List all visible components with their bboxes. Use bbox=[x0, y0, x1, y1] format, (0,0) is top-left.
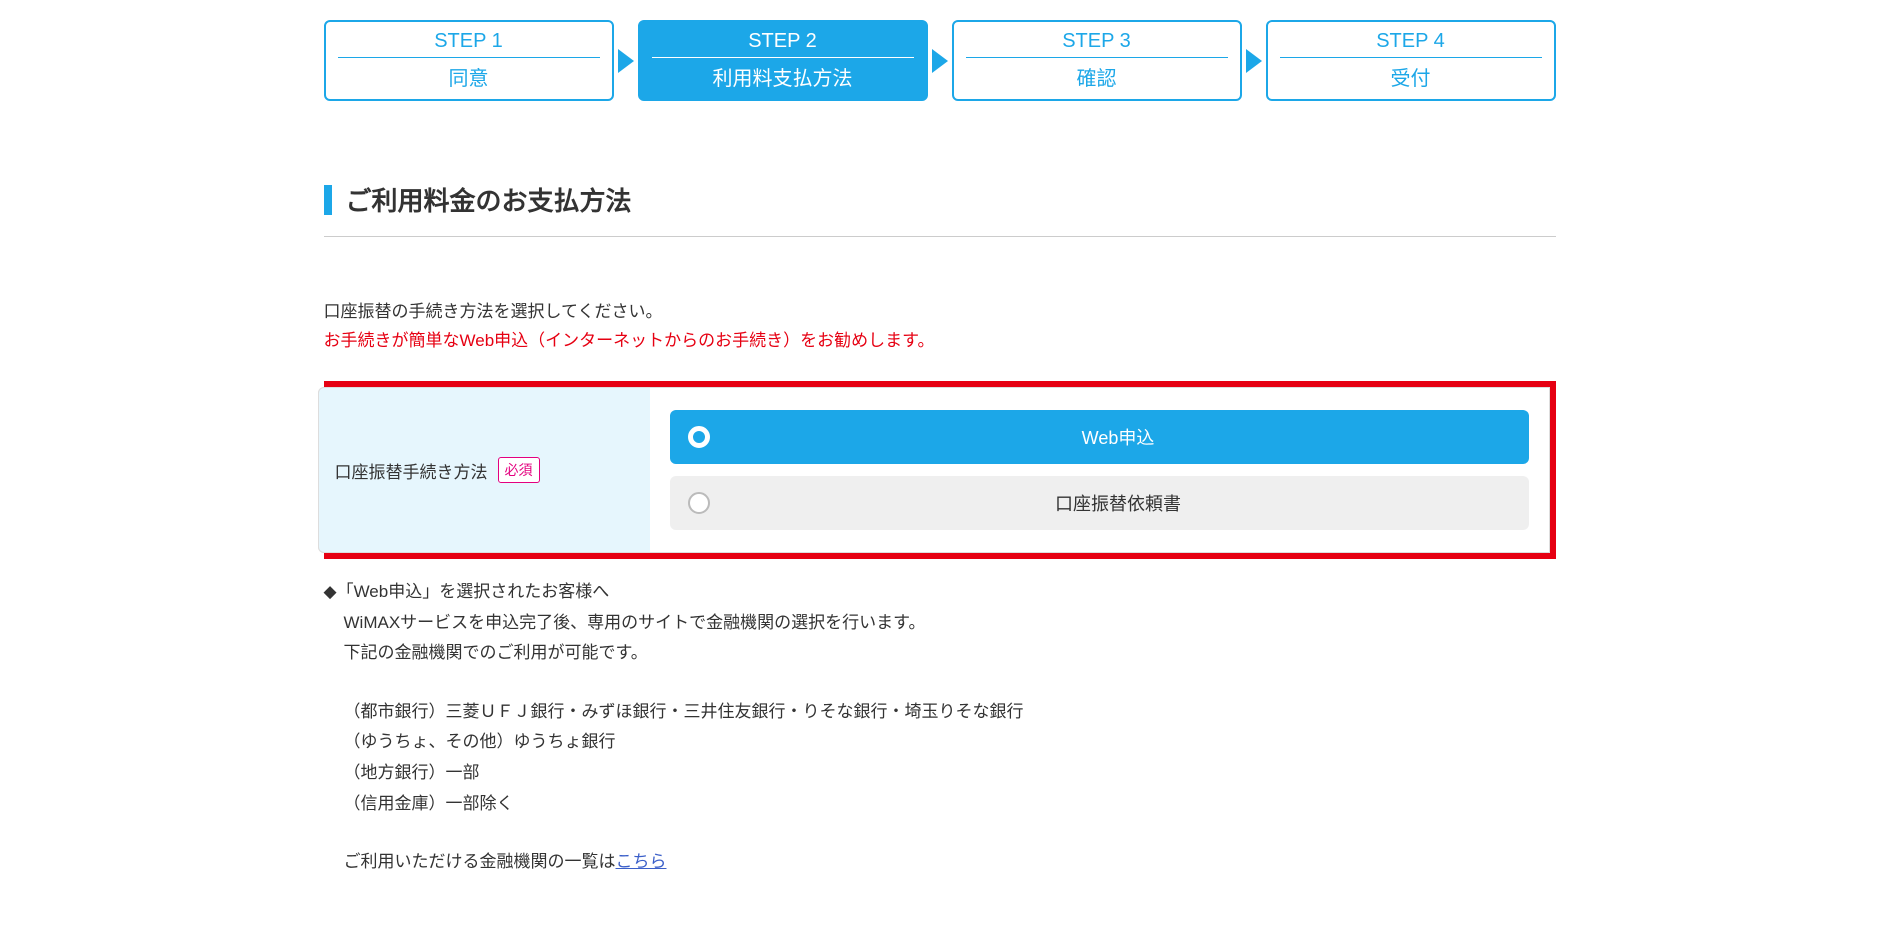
form-highlight-box: 口座振替手続き方法 必須 Web申込 口座振替依頼書 bbox=[324, 381, 1556, 559]
step-4-label: STEP 4 bbox=[1280, 30, 1542, 58]
radio-option-web[interactable]: Web申込 bbox=[670, 410, 1529, 464]
notes-link-line: ご利用いただける金融機関の一覧はこちら bbox=[324, 847, 1556, 878]
notes-heading: ◆「Web申込」を選択されたお客様へ bbox=[324, 577, 1556, 608]
step-3-sub: 確認 bbox=[954, 58, 1240, 91]
step-1-sub: 同意 bbox=[326, 58, 612, 91]
step-arrow-icon bbox=[932, 49, 948, 73]
step-4: STEP 4 受付 bbox=[1266, 20, 1556, 101]
instruction-text: 口座振替の手続き方法を選択してください。 bbox=[324, 297, 1556, 322]
notes-section: ◆「Web申込」を選択されたお客様へ WiMAXサービスを申込完了後、専用のサイ… bbox=[324, 577, 1556, 878]
step-arrow-icon bbox=[618, 49, 634, 73]
notes-bank2: （ゆうちょ、その他）ゆうちょ銀行 bbox=[324, 727, 1556, 758]
step-indicator: STEP 1 同意 STEP 2 利用料支払方法 STEP 3 確認 STEP … bbox=[324, 20, 1556, 101]
notes-line2: 下記の金融機関でのご利用が可能です。 bbox=[324, 638, 1556, 669]
form-row: 口座振替手続き方法 必須 Web申込 口座振替依頼書 bbox=[318, 387, 1550, 553]
notes-link-prefix: ご利用いただける金融機関の一覧は bbox=[344, 852, 616, 871]
recommend-text: お手続きが簡単なWeb申込（インターネットからのお手続き）をお勧めします。 bbox=[324, 326, 1556, 351]
step-2-label: STEP 2 bbox=[652, 30, 914, 58]
radio-option-paper[interactable]: 口座振替依頼書 bbox=[670, 476, 1529, 530]
notes-bank1: （都市銀行）三菱ＵＦＪ銀行・みずほ銀行・三井住友銀行・りそな銀行・埼玉りそな銀行 bbox=[324, 697, 1556, 728]
radio-circle-icon bbox=[688, 492, 710, 514]
step-4-sub: 受付 bbox=[1268, 58, 1554, 91]
radio-circle-icon bbox=[688, 426, 710, 448]
step-3: STEP 3 確認 bbox=[952, 20, 1242, 101]
step-arrow-icon bbox=[1246, 49, 1262, 73]
step-2-sub: 利用料支払方法 bbox=[640, 58, 926, 91]
notes-bank4: （信用金庫）一部除く bbox=[324, 789, 1556, 820]
radio-label-paper: 口座振替依頼書 bbox=[726, 490, 1511, 516]
notes-line1: WiMAXサービスを申込完了後、専用のサイトで金融機関の選択を行います。 bbox=[324, 608, 1556, 639]
radio-label-web: Web申込 bbox=[726, 424, 1511, 450]
step-1-label: STEP 1 bbox=[338, 30, 600, 58]
step-2: STEP 2 利用料支払方法 bbox=[638, 20, 928, 101]
section-title-text: ご利用料金のお支払方法 bbox=[346, 181, 632, 218]
section-title: ご利用料金のお支払方法 bbox=[324, 181, 1556, 237]
required-badge: 必須 bbox=[498, 457, 540, 483]
form-label-cell: 口座振替手続き方法 必須 bbox=[318, 387, 650, 553]
notes-bank3: （地方銀行）一部 bbox=[324, 758, 1556, 789]
form-input-cell: Web申込 口座振替依頼書 bbox=[650, 388, 1549, 552]
bank-list-link[interactable]: こちら bbox=[616, 852, 667, 871]
step-1: STEP 1 同意 bbox=[324, 20, 614, 101]
form-label: 口座振替手続き方法 bbox=[335, 458, 488, 483]
step-3-label: STEP 3 bbox=[966, 30, 1228, 58]
